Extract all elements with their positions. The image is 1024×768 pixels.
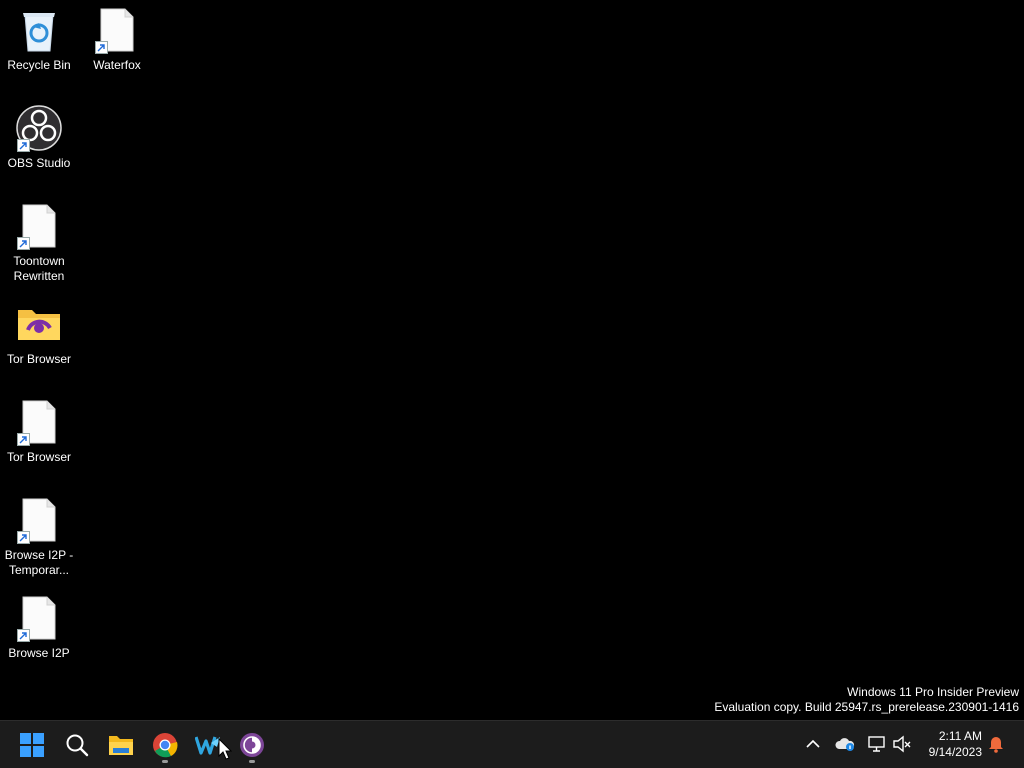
- notifications-button[interactable]: [985, 733, 1007, 755]
- shortcut-arrow-icon: [17, 629, 30, 642]
- desktop-icon-toontown-rewritten[interactable]: Toontown Rewritten: [1, 202, 77, 284]
- onedrive-icon: [835, 738, 855, 751]
- desktop-icon-label: Tor Browser: [6, 352, 71, 366]
- file-explorer-icon: [109, 736, 133, 755]
- chevron-up-icon: [806, 739, 820, 748]
- shortcut-arrow-icon: [17, 531, 30, 544]
- mouse-cursor-icon: [218, 738, 232, 760]
- onedrive-button[interactable]: [834, 733, 856, 755]
- blank-file-icon: [15, 398, 63, 446]
- desktop-icon-label: OBS Studio: [7, 156, 71, 170]
- network-icon: [868, 736, 885, 752]
- tor-browser-button[interactable]: [232, 725, 272, 765]
- start-icon: [20, 733, 44, 757]
- running-indicator: [249, 760, 255, 763]
- watermark-edition: Windows 11 Pro Insider Preview: [847, 685, 1019, 699]
- show-hidden-icons-button[interactable]: [802, 733, 824, 755]
- clock-date: 9/14/2023: [928, 745, 982, 759]
- chrome-icon: [153, 733, 178, 758]
- blank-file-icon: [15, 202, 63, 250]
- running-indicator: [162, 760, 168, 763]
- desktop-icon-label: Toontown Rewritten: [13, 254, 65, 283]
- windows-watermark: Windows 11 Pro Insider Preview Evaluatio…: [714, 685, 1019, 715]
- desktop-icon-waterfox[interactable]: Waterfox: [79, 6, 155, 73]
- desktop-icon-tor-browser-folder[interactable]: Tor Browser: [1, 300, 77, 367]
- tor-folder-icon: [15, 300, 63, 348]
- desktop-icon-browse-i2p[interactable]: Browse I2P: [1, 594, 77, 661]
- desktop-icon-label: Waterfox: [93, 58, 141, 72]
- recycle-bin-icon: [15, 6, 63, 54]
- desktop-icon-recycle-bin[interactable]: Recycle Bin: [1, 6, 77, 73]
- blank-file-icon: [15, 594, 63, 642]
- network-button[interactable]: [866, 733, 888, 755]
- shortcut-arrow-icon: [17, 139, 30, 152]
- blank-file-icon: [93, 6, 141, 54]
- desktop-icon-tor-browser[interactable]: Tor Browser: [1, 398, 77, 465]
- taskbar: 2:11 AM 9/14/2023: [0, 720, 1024, 768]
- search-button[interactable]: [57, 725, 97, 765]
- file-explorer-button[interactable]: [101, 725, 141, 765]
- desktop-icon-obs-studio[interactable]: OBS Studio: [1, 104, 77, 171]
- watermark-build: Evaluation copy. Build 25947.rs_prerelea…: [714, 700, 1019, 714]
- volume-button[interactable]: [891, 733, 913, 755]
- shortcut-arrow-icon: [95, 41, 108, 54]
- shortcut-arrow-icon: [17, 237, 30, 250]
- desktop-icon-label: Browse I2P - Temporar...: [4, 548, 74, 577]
- tor-browser-icon: [240, 733, 264, 757]
- desktop: Recycle Bin Waterfox OBS Studio Toontown…: [0, 0, 1024, 720]
- clock-time: 2:11 AM: [938, 729, 982, 743]
- desktop-icon-label: Browse I2P: [8, 646, 70, 660]
- blank-file-icon: [15, 496, 63, 544]
- volume-muted-icon: [893, 735, 911, 753]
- clock-button[interactable]: 2:11 AM 9/14/2023: [929, 728, 982, 760]
- desktop-icon-label: Recycle Bin: [7, 58, 71, 72]
- desktop-icon-browse-i2p-temporary[interactable]: Browse I2P - Temporar...: [1, 496, 77, 578]
- shortcut-arrow-icon: [17, 433, 30, 446]
- start-button[interactable]: [12, 725, 52, 765]
- chrome-button[interactable]: [145, 725, 185, 765]
- obs-studio-icon: [15, 104, 63, 152]
- notification-bell-icon: [989, 737, 1003, 753]
- search-icon: [66, 734, 89, 757]
- desktop-icon-label: Tor Browser: [6, 450, 71, 464]
